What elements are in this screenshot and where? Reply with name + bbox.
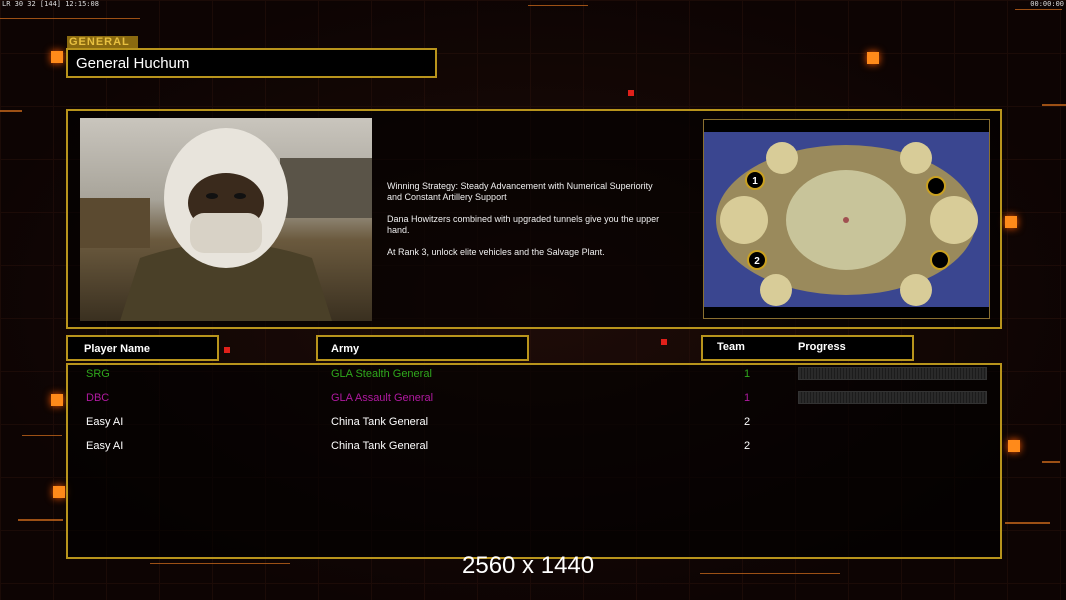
player-name: SRG <box>86 368 110 380</box>
header-team[interactable]: Team <box>717 341 745 353</box>
description-tip: Dana Howitzers combined with upgraded tu… <box>387 214 660 235</box>
deco-square <box>661 339 667 345</box>
deco-line <box>22 435 62 436</box>
general-portrait <box>80 118 372 321</box>
progress-bar <box>798 367 987 380</box>
player-team: 2 <box>744 440 751 452</box>
general-name: General Huchum <box>66 48 437 78</box>
player-row[interactable]: DBC GLA Assault General 1 <box>0 389 1066 409</box>
deco-square <box>628 90 634 96</box>
player-team: 2 <box>744 416 751 428</box>
player-army: GLA Stealth General <box>331 368 432 380</box>
header-progress[interactable]: Progress <box>798 341 846 353</box>
player-name: Easy AI <box>86 440 124 452</box>
player-army: China Tank General <box>331 440 429 452</box>
header-team-progress: Team Progress <box>701 335 914 361</box>
deco-square <box>224 347 230 353</box>
deco-square <box>51 51 63 63</box>
player-team: 1 <box>744 392 751 404</box>
header-player-name[interactable]: Player Name <box>66 335 219 361</box>
start-position-2: 2 <box>754 256 760 267</box>
general-tag: GENERAL <box>67 36 138 48</box>
deco-line <box>150 563 290 564</box>
player-army: China Tank General <box>331 416 429 428</box>
deco-line <box>700 573 840 574</box>
player-row[interactable]: SRG GLA Stealth General 1 <box>0 365 1066 385</box>
deco-line <box>1042 104 1066 106</box>
description-strategy: Winning Strategy: Steady Advancement wit… <box>387 181 653 202</box>
player-name: DBC <box>86 392 110 404</box>
deco-line <box>0 110 22 112</box>
progress-bar <box>798 391 987 404</box>
player-army: GLA Assault General <box>331 392 434 404</box>
hud-stats: LR 30 32 [144] 12:15:08 <box>2 0 99 8</box>
player-row[interactable]: Easy AI China Tank General 2 <box>0 413 1066 433</box>
player-row[interactable]: Easy AI China Tank General 2 <box>0 437 1066 457</box>
hud-clock: 00:00:00 <box>1030 0 1064 8</box>
start-position-1: 1 <box>752 176 758 187</box>
deco-line <box>18 519 63 521</box>
resolution-watermark: 2560 x 1440 <box>462 552 595 579</box>
deco-line <box>528 5 588 6</box>
deco-line <box>1015 9 1062 10</box>
player-name: Easy AI <box>86 416 124 428</box>
general-description: Winning Strategy: Steady Advancement wit… <box>387 181 702 269</box>
deco-line <box>1005 522 1050 524</box>
map-preview: 1 2 <box>703 119 990 319</box>
description-rank: At Rank 3, unlock elite vehicles and the… <box>387 247 605 257</box>
deco-square <box>1005 216 1017 228</box>
deco-square <box>53 486 65 498</box>
header-army[interactable]: Army <box>316 335 529 361</box>
deco-square <box>867 52 879 64</box>
deco-line <box>1042 461 1060 463</box>
deco-line <box>0 18 140 19</box>
player-team: 1 <box>744 368 751 380</box>
